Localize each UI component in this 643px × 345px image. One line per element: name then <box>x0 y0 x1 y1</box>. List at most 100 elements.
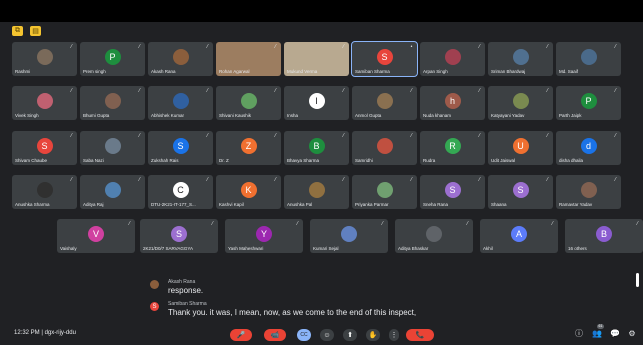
participant-tile[interactable]: Anushka Sharma ⁄ <box>12 175 77 209</box>
participant-tile[interactable]: Priyanka Parmar ⁄ <box>352 175 417 209</box>
raise-hand-button[interactable]: ✋ <box>366 329 380 341</box>
participant-tile[interactable]: P Parth Jaipk ⁄ <box>556 86 621 120</box>
participant-tile[interactable]: Aditya Raj ⁄ <box>80 175 145 209</box>
participant-tile[interactable]: Saba Nazi ⁄ <box>80 131 145 165</box>
participant-name: DTU-2K21-IT-177_S... <box>151 202 196 207</box>
participant-tile[interactable]: S 2K21/D0/7 SARVAGGYA ⁄ <box>140 219 218 253</box>
chat-author: Akash Rana <box>168 279 196 285</box>
more-options-button[interactable]: ⋮ <box>389 329 399 341</box>
avatar <box>36 93 53 110</box>
participant-tile[interactable]: C DTU-2K21-IT-177_S... ⁄ <box>148 175 213 209</box>
avatar <box>104 93 121 110</box>
participant-tile[interactable]: I Insha ⁄ <box>284 86 349 120</box>
activities-icon[interactable]: ⚙ <box>627 329 637 339</box>
present-button[interactable]: ⬆ <box>343 329 357 341</box>
participant-name: Sneha Rana <box>423 202 449 207</box>
participant-tile[interactable]: Y Yash Maheshwari ⁄ <box>225 219 303 253</box>
participant-name: Mukund Verma <box>287 69 318 74</box>
captions-button[interactable]: CC <box>297 329 311 341</box>
avatar <box>150 280 159 289</box>
participant-tile[interactable]: Mukund Verma ⁄ <box>284 42 349 76</box>
avatar: S <box>171 226 187 243</box>
participant-name: Prem singh <box>83 69 106 74</box>
participant-tile[interactable]: S Sneha Rana ⁄ <box>420 175 485 209</box>
emoji-button[interactable]: ☺ <box>320 329 334 341</box>
avatar: S <box>150 302 159 311</box>
participant-name: Priyanka Parmar <box>355 202 389 207</box>
mic-off-icon: ⁄ <box>637 221 638 227</box>
participant-tile[interactable]: Abhishek Kumar ⁄ <box>148 86 213 120</box>
participant-tile[interactable]: Katyayani Yadav ⁄ <box>488 86 553 120</box>
participant-name: Samridhi <box>355 158 373 163</box>
participant-tile[interactable]: Bhumi Gupta ⁄ <box>80 86 145 120</box>
avatar <box>172 49 189 66</box>
participant-tile[interactable]: B Bhavya Sharma ⁄ <box>284 131 349 165</box>
chat-message: Akash Rana response. <box>150 279 480 297</box>
mic-off-icon: ⁄ <box>139 133 140 139</box>
participant-tile[interactable]: Samridhi ⁄ <box>352 131 417 165</box>
participant-tile[interactable]: Z Dr. Z ⁄ <box>216 131 281 165</box>
participant-name: Md. Saaif <box>559 69 579 74</box>
participant-tile[interactable]: V Vaishaly ⁄ <box>57 219 135 253</box>
people-icon[interactable]: 👥 <box>592 329 602 339</box>
participant-tile[interactable]: Shivani Kaushik ⁄ <box>216 86 281 120</box>
participant-tile[interactable]: Anmol Gupta ⁄ <box>352 86 417 120</box>
mic-icon: 🎤 <box>236 332 246 339</box>
participant-tile[interactable]: Sriman Bhardwaj ⁄ <box>488 42 553 76</box>
mic-off-icon: ⁄ <box>479 133 480 139</box>
captions-icon[interactable]: ▤ <box>30 26 41 36</box>
participant-tile[interactable]: B 16 others ⁄ <box>565 219 643 253</box>
participant-tile[interactable]: S Shaana ⁄ <box>488 175 553 209</box>
participant-name: Kashvi Kapil <box>219 202 244 207</box>
chat-author: Samiban Sharma <box>168 301 207 307</box>
participant-tile[interactable]: Aditya Bhaskar ⁄ <box>395 219 473 253</box>
chat-icon[interactable]: 💬 <box>610 329 620 339</box>
avatar <box>308 182 325 199</box>
participant-tile[interactable]: K Kashvi Kapil ⁄ <box>216 175 281 209</box>
camera-button[interactable]: 📹 <box>264 329 286 341</box>
avatar <box>172 93 189 110</box>
participant-tile[interactable]: A Akhil ⁄ <box>480 219 558 253</box>
participant-tile[interactable]: Rohan Agarwal ⁄ <box>216 42 281 76</box>
participant-name: Bhumi Gupta <box>83 113 110 118</box>
avatar: I <box>308 93 325 110</box>
participant-tile[interactable]: U Udit Jaiswal ⁄ <box>488 131 553 165</box>
avatar: B <box>596 226 612 243</box>
mic-off-icon: ⁄ <box>615 88 616 94</box>
mic-off-icon: ⁄ <box>479 88 480 94</box>
layout-icon[interactable]: ⧉ <box>12 26 23 36</box>
mic-button[interactable]: 🎤 <box>230 329 252 341</box>
mic-off-icon: ⁄ <box>411 177 412 183</box>
participant-tile[interactable]: Vivek Singh ⁄ <box>12 86 77 120</box>
mic-off-icon: ⁄ <box>207 44 208 50</box>
mic-off-icon: ⁄ <box>343 177 344 183</box>
participant-tile[interactable]: Akash Rana ⁄ <box>148 42 213 76</box>
participant-name: Rohan Agarwal <box>219 69 250 74</box>
mic-off-icon: ⁄ <box>552 221 553 227</box>
scrollbar[interactable] <box>636 273 639 287</box>
participant-tile[interactable]: P Prem singh ⁄ <box>80 42 145 76</box>
mic-off-icon: ⁄ <box>207 133 208 139</box>
participant-tile[interactable]: Anushka Pal ⁄ <box>284 175 349 209</box>
participant-tile[interactable]: R Rudra ⁄ <box>420 131 485 165</box>
participant-tile[interactable]: S Samiban Sharma • <box>351 41 418 77</box>
participant-tile[interactable]: d disha dhaila ⁄ <box>556 131 621 165</box>
participant-name: Shaana <box>491 202 507 207</box>
participant-tile[interactable]: Md. Saaif ⁄ <box>556 42 621 76</box>
participant-tile[interactable]: Rashmi ⁄ <box>12 42 77 76</box>
leave-call-button[interactable]: 📞 <box>406 329 434 341</box>
info-icon[interactable]: ⓘ <box>574 329 584 339</box>
avatar <box>512 49 529 66</box>
avatar <box>580 49 597 66</box>
participant-tile[interactable]: Kumari Sejal ⁄ <box>310 219 388 253</box>
participant-tile[interactable]: S Shivam Chaube ⁄ <box>12 131 77 165</box>
participant-tile[interactable]: Arpan Singh ⁄ <box>420 42 485 76</box>
participant-tile[interactable]: Ramavtar Yadav ⁄ <box>556 175 621 209</box>
mic-off-icon: ⁄ <box>547 88 548 94</box>
avatar <box>36 49 53 66</box>
participant-tile[interactable]: S Zukshah Rais ⁄ <box>148 131 213 165</box>
mic-off-icon: ⁄ <box>139 88 140 94</box>
people-count-badge: 61 <box>597 324 604 329</box>
participant-tile[interactable]: h Nuda khanam ⁄ <box>420 86 485 120</box>
top-bar <box>0 0 643 22</box>
